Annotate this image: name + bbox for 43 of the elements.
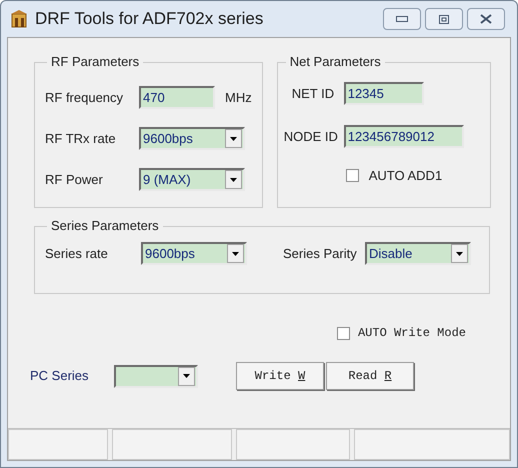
field-label: NET ID	[290, 84, 336, 103]
caret-icon	[456, 252, 463, 256]
checkbox-label: AUTO Write Mode	[358, 325, 466, 342]
input-field[interactable]: 470	[139, 86, 215, 109]
dropdown[interactable]: 9600bps	[141, 242, 247, 265]
button[interactable]: Write W	[236, 362, 324, 390]
checkbox-label: AUTO ADD1	[368, 167, 442, 185]
close-icon	[480, 14, 492, 24]
field-label: RF Power	[45, 170, 104, 189]
input-field[interactable]: 12345	[344, 82, 424, 105]
maximize-button[interactable]	[425, 8, 463, 30]
dropdown-button[interactable]	[227, 244, 244, 263]
checkbox[interactable]	[336, 326, 350, 340]
caret-icon	[230, 136, 237, 140]
caret-icon	[183, 374, 190, 378]
window-title: DRF Tools for ADF702x series	[35, 8, 264, 30]
close-button[interactable]	[467, 8, 505, 30]
group-title: Net Parameters	[290, 54, 381, 69]
field-label: Series Parity	[283, 244, 358, 263]
field-label: RF TRx rate	[45, 130, 117, 148]
minimize-icon	[396, 16, 408, 22]
input-field[interactable]: 123456789012	[344, 125, 464, 148]
field-label: Series rate	[45, 244, 109, 263]
dropdown-button[interactable]	[225, 129, 242, 148]
field-label: NODE ID	[284, 128, 339, 146]
dropdown-button[interactable]	[451, 244, 468, 263]
caret-icon	[230, 178, 237, 182]
dropdown[interactable]: Disable	[365, 242, 471, 265]
button[interactable]: Read R	[326, 362, 414, 390]
dropdown-button[interactable]	[178, 366, 195, 386]
minimize-button[interactable]	[383, 8, 421, 30]
group-title: RF Parameters	[51, 54, 140, 69]
dropdown-button[interactable]	[225, 170, 242, 189]
checkbox[interactable]	[346, 169, 359, 182]
maximize-icon	[439, 14, 449, 24]
group-title: Series Parameters	[51, 218, 159, 233]
dropdown[interactable]: 9600bps	[139, 127, 245, 150]
field-label: RF frequency	[45, 88, 124, 107]
dropdown[interactable]	[114, 364, 198, 388]
dropdown[interactable]: 9 (MAX)	[139, 168, 245, 191]
unit-label: MHz	[225, 88, 252, 107]
caret-icon	[232, 252, 239, 256]
field-label: PC Series	[30, 367, 90, 386]
